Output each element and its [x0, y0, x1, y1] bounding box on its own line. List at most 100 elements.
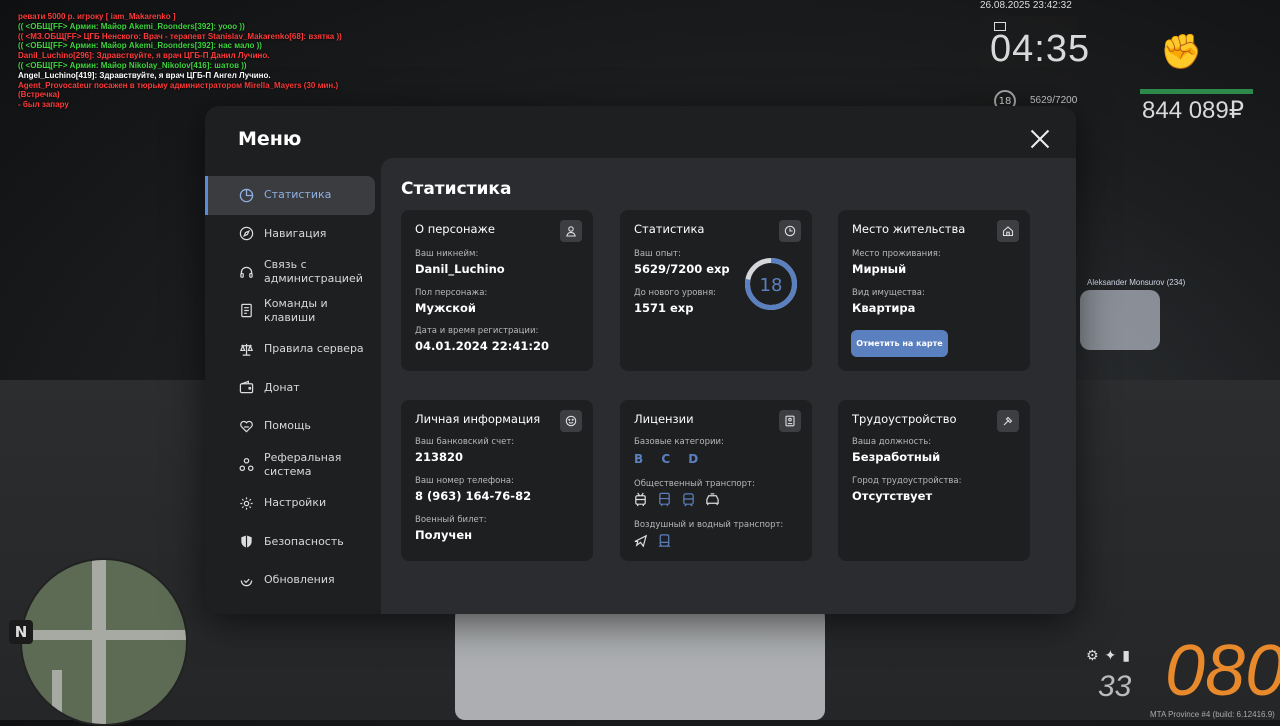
sidebar-item-updates[interactable]: Обновления	[205, 561, 381, 600]
sidebar-item-donate[interactable]: Донат	[205, 369, 381, 408]
pie-chart-icon	[238, 187, 254, 203]
id-card-icon	[779, 410, 801, 432]
content-title: Статистика	[401, 179, 512, 199]
card-title: Статистика	[634, 222, 705, 236]
field-property-type: Квартира	[852, 301, 916, 315]
field-label: Дата и время регистрации:	[415, 326, 539, 336]
game-chat: ревати 5000 р. игроку [ iam_Makarenko ] …	[18, 12, 342, 110]
gear-icon	[238, 495, 254, 511]
chat-line: Angel_Luchino[419]: Здравствуйте, я врач…	[18, 70, 271, 80]
hammer-icon	[997, 410, 1019, 432]
field-label: Ваш опыт:	[634, 249, 681, 259]
health-bar	[1140, 89, 1253, 94]
sidebar-item-label: Реферальная система	[264, 450, 342, 478]
document-icon	[238, 303, 254, 319]
field-registration: 04.01.2024 22:41:20	[415, 339, 549, 353]
boat-icon	[657, 533, 672, 552]
field-military-id: Получен	[415, 528, 473, 542]
field-label: Военный билет:	[415, 515, 487, 525]
chat-line: (( <ОБЩ[FF> Армин: Майор Nikolay_Nikolov…	[18, 60, 247, 70]
shield-icon	[238, 534, 254, 550]
wallet-icon	[238, 380, 254, 396]
sidebar-item-navigation[interactable]: Навигация	[205, 215, 381, 254]
sidebar-item-label: Донат	[264, 380, 300, 394]
card-title: Трудоустройство	[852, 412, 957, 426]
field-gender: Мужской	[415, 301, 476, 315]
content-panel: Статистика О персонаже Ваш никнейм: Dani…	[381, 158, 1076, 614]
level-number: 18	[760, 275, 783, 296]
sidebar-item-label: Связь с администрацией	[264, 258, 363, 286]
clock-icon	[779, 220, 801, 242]
sidebar-item-label: Помощь	[264, 419, 311, 433]
scales-icon	[238, 341, 254, 357]
chat-line: (( <МЗ.ОБЩ[FF> ЦГБ Ненского: Врач - тера…	[18, 31, 342, 41]
chat-line: ревати 5000 р. игроку [ iam_Makarenko ]	[18, 12, 176, 21]
card-personal-info: Личная информация Ваш банковский счет: 2…	[401, 400, 593, 561]
sidebar-item-rules[interactable]: Правила сервера	[205, 330, 381, 369]
speedo-gear: 33	[1098, 670, 1132, 703]
speedo-speed: 080	[1165, 631, 1280, 711]
card-character: О персонаже Ваш никнейм: Danil_Luchino П…	[401, 210, 593, 371]
sidebar-item-settings[interactable]: Настройки	[205, 484, 381, 523]
air-water-licenses	[633, 533, 672, 552]
close-button[interactable]	[1029, 128, 1051, 150]
compass-icon	[238, 226, 254, 242]
sidebar-item-label: Обновления	[264, 573, 335, 587]
sidebar-item-label: Команды и клавиши	[264, 296, 328, 324]
chat-line: Agent_Provocateur посажен в тюрьму админ…	[18, 80, 339, 90]
hud-datetime: 26.08.2025 23:42:32	[980, 0, 1072, 11]
field-label: Ваш никнейм:	[415, 249, 479, 259]
field-residence: Мирный	[852, 262, 907, 276]
player-nametag: Aleksander Monsurov (234)	[1087, 278, 1186, 287]
vehicle-status-icons: ⚙✦▮	[1086, 648, 1136, 664]
chat-line: Danil_Luchino[296]: Здравствуйте, я врач…	[18, 51, 270, 61]
field-label: Место проживания:	[852, 249, 941, 259]
minimap-north-marker: N	[9, 620, 33, 644]
heart-hands-icon	[238, 418, 254, 434]
chat-line: (( <ОБЩ[FF> Армин: Майор Akemi_Roonders[…	[18, 41, 262, 51]
menu-window: Меню Статистика Навигация Связь с админи…	[205, 106, 1076, 614]
sidebar-item-commands[interactable]: Команды и клавиши	[205, 292, 381, 331]
field-label: Воздушный и водный транспорт:	[634, 520, 784, 530]
card-statistics: Статистика Ваш опыт: 5629/7200 exp До но…	[620, 210, 812, 371]
sidebar-item-contact-admin[interactable]: Связь с администрацией	[205, 253, 381, 292]
field-work-city: Отсутствует	[852, 489, 933, 503]
referral-icon	[238, 457, 254, 473]
hud-money: 844 089₽	[1142, 97, 1245, 124]
tram-icon	[681, 492, 696, 511]
sidebar-item-referral[interactable]: Реферальная система	[205, 446, 381, 485]
public-transport-licenses	[633, 492, 720, 511]
bus-icon	[657, 492, 672, 511]
airplane-icon	[633, 533, 648, 552]
field-exp: 5629/7200 exp	[634, 262, 730, 276]
field-nickname: Danil_Luchino	[415, 262, 505, 276]
sidebar-item-label: Статистика	[264, 188, 332, 202]
field-bank-account: 213820	[415, 450, 464, 464]
chat-line: (( <ОБЩ[FF> Армин: Майор Akemi_Roonders[…	[18, 21, 245, 31]
chat-line: (Встречка)	[18, 90, 60, 100]
field-label: Пол персонажа:	[415, 288, 488, 298]
field-next-level: 1571 exp	[634, 301, 694, 315]
field-label: Город трудоустройства:	[852, 476, 962, 486]
sidebar-item-help[interactable]: Помощь	[205, 407, 381, 446]
level-progress-ring: 18	[745, 258, 797, 310]
sidebar-item-statistics[interactable]: Статистика	[205, 176, 375, 215]
sidebar-item-label: Безопасность	[264, 534, 344, 548]
sidebar-item-label: Правила сервера	[264, 342, 364, 356]
sidebar-item-security[interactable]: Безопасность	[205, 523, 381, 562]
build-info: MTA Province #4 (build: 6.12416.9)	[1150, 710, 1275, 719]
field-phone: 8 (963) 164-76-82	[415, 489, 532, 503]
refresh-check-icon	[238, 572, 254, 588]
user-icon	[560, 220, 582, 242]
field-label: Базовые категории:	[634, 437, 724, 447]
field-label: До нового уровня:	[634, 288, 717, 298]
menu-title: Меню	[238, 128, 302, 150]
card-title: О персонаже	[415, 222, 495, 236]
card-title: Место жительства	[852, 222, 966, 236]
field-label: Общественный транспорт:	[634, 479, 755, 489]
sidebar-item-label: Настройки	[264, 496, 327, 510]
hud-exp: 5629/7200	[1030, 95, 1078, 106]
mark-on-map-button[interactable]: Отметить на карте	[851, 330, 948, 357]
trolleybus-icon	[633, 492, 648, 511]
fist-icon: ✊	[1160, 32, 1203, 72]
